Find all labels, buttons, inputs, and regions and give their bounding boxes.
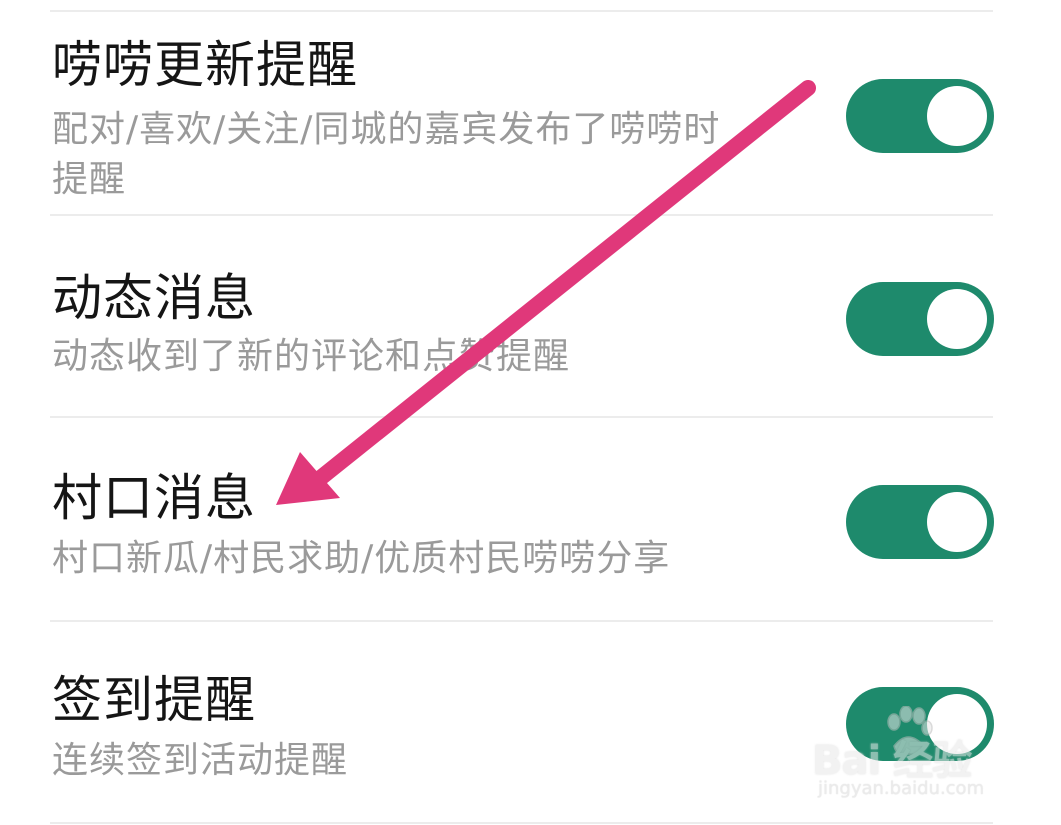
notification-settings-screen: 唠唠更新提醒 配对/喜欢/关注/同城的嘉宾发布了唠唠时提醒 动态消息 动态收到了… bbox=[0, 0, 1061, 825]
toggle-knob bbox=[927, 289, 987, 349]
setting-description: 连续签到活动提醒 bbox=[52, 740, 349, 781]
setting-row-village-message: 村口消息 村口新瓜/村民求助/优质村民唠唠分享 bbox=[0, 418, 1061, 620]
setting-description: 村口新瓜/村民求助/优质村民唠唠分享 bbox=[52, 538, 671, 579]
setting-title: 签到提醒 bbox=[52, 671, 256, 729]
setting-title: 村口消息 bbox=[52, 469, 256, 527]
setting-title: 唠唠更新提醒 bbox=[52, 36, 358, 94]
setting-title: 动态消息 bbox=[52, 269, 256, 327]
setting-row-dynamic-message: 动态消息 动态收到了新的评论和点赞提醒 bbox=[0, 216, 1061, 416]
laolao-update-toggle[interactable] bbox=[846, 79, 994, 153]
setting-description: 配对/喜欢/关注/同城的嘉宾发布了唠唠时提醒 bbox=[52, 109, 721, 200]
village-message-toggle[interactable] bbox=[846, 485, 994, 559]
toggle-knob bbox=[927, 86, 987, 146]
divider bbox=[50, 822, 993, 824]
setting-description: 动态收到了新的评论和点赞提醒 bbox=[52, 336, 571, 377]
setting-row-laolao-update: 唠唠更新提醒 配对/喜欢/关注/同城的嘉宾发布了唠唠时提醒 bbox=[0, 0, 1061, 214]
dynamic-message-toggle[interactable] bbox=[846, 282, 994, 356]
toggle-knob bbox=[927, 492, 987, 552]
watermark-url: jingyan.baidu.com bbox=[818, 778, 985, 799]
baidu-jingyan-watermark: Bai 经验 jingyan.baidu.com bbox=[812, 700, 1012, 810]
